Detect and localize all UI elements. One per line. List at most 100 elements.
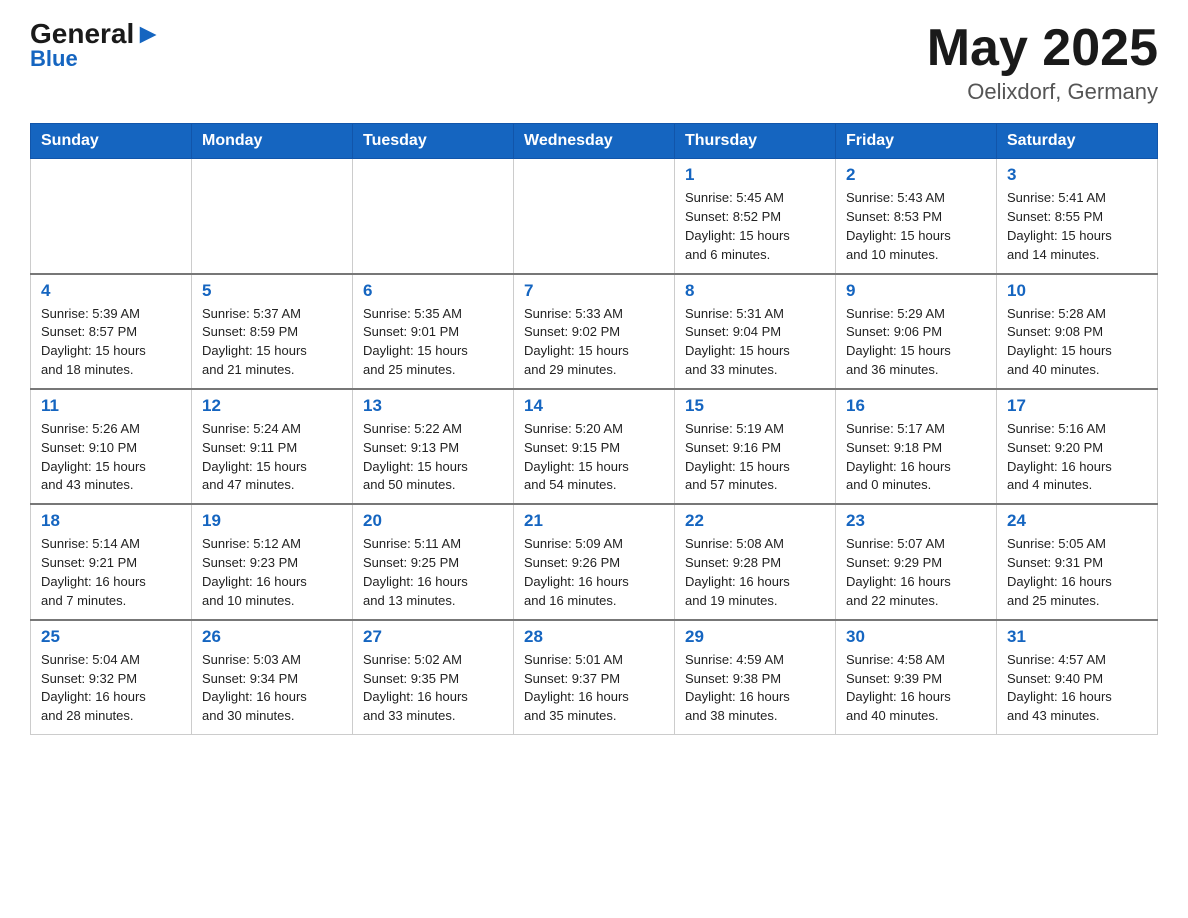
day-number: 22 bbox=[685, 511, 825, 531]
logo-blue-text: Blue bbox=[30, 48, 78, 70]
day-number: 31 bbox=[1007, 627, 1147, 647]
calendar-day-cell: 2 Sunrise: 5:43 AM Sunset: 8:53 PM Daylig… bbox=[836, 159, 997, 274]
calendar-day-cell: 1 Sunrise: 5:45 AM Sunset: 8:52 PM Daylig… bbox=[675, 159, 836, 274]
calendar-day-cell: 19 Sunrise: 5:12 AM Sunset: 9:23 PM Dayli… bbox=[192, 504, 353, 619]
calendar-day-cell: 17Sunrise: 5:16 AM Sunset: 9:20 PM Dayli… bbox=[997, 389, 1158, 504]
day-info: Sunrise: 5:05 AM Sunset: 9:31 PM Dayligh… bbox=[1007, 535, 1147, 610]
day-info: Sunrise: 5:12 AM Sunset: 9:23 PM Dayligh… bbox=[202, 535, 342, 610]
calendar-day-cell: 26 Sunrise: 5:03 AM Sunset: 9:34 PM Dayli… bbox=[192, 620, 353, 735]
day-info: Sunrise: 5:03 AM Sunset: 9:34 PM Dayligh… bbox=[202, 651, 342, 726]
day-info: Sunrise: 5:33 AM Sunset: 9:02 PM Dayligh… bbox=[524, 305, 664, 380]
day-number: 19 bbox=[202, 511, 342, 531]
day-info: Sunrise: 5:14 AM Sunset: 9:21 PM Dayligh… bbox=[41, 535, 181, 610]
day-number: 18 bbox=[41, 511, 181, 531]
calendar-day-cell: 14Sunrise: 5:20 AM Sunset: 9:15 PM Dayli… bbox=[514, 389, 675, 504]
day-number: 30 bbox=[846, 627, 986, 647]
calendar-day-cell: 22 Sunrise: 5:08 AM Sunset: 9:28 PM Dayli… bbox=[675, 504, 836, 619]
logo-arrow: ► bbox=[134, 18, 162, 49]
day-info: Sunrise: 5:01 AM Sunset: 9:37 PM Dayligh… bbox=[524, 651, 664, 726]
day-info: Sunrise: 5:17 AM Sunset: 9:18 PM Dayligh… bbox=[846, 420, 986, 495]
logo-general-text: General► bbox=[30, 20, 162, 48]
day-info: Sunrise: 5:35 AM Sunset: 9:01 PM Dayligh… bbox=[363, 305, 503, 380]
day-info: Sunrise: 5:11 AM Sunset: 9:25 PM Dayligh… bbox=[363, 535, 503, 610]
day-number: 6 bbox=[363, 281, 503, 301]
calendar-day-cell: 18 Sunrise: 5:14 AM Sunset: 9:21 PM Dayli… bbox=[31, 504, 192, 619]
calendar-day-cell: 11Sunrise: 5:26 AM Sunset: 9:10 PM Dayli… bbox=[31, 389, 192, 504]
day-info: Sunrise: 5:19 AM Sunset: 9:16 PM Dayligh… bbox=[685, 420, 825, 495]
day-info: Sunrise: 5:08 AM Sunset: 9:28 PM Dayligh… bbox=[685, 535, 825, 610]
col-wednesday: Wednesday bbox=[514, 124, 675, 159]
day-info: Sunrise: 5:45 AM Sunset: 8:52 PM Dayligh… bbox=[685, 189, 825, 264]
day-number: 28 bbox=[524, 627, 664, 647]
calendar-day-cell: 6 Sunrise: 5:35 AM Sunset: 9:01 PM Daylig… bbox=[353, 274, 514, 389]
calendar-day-cell: 3Sunrise: 5:41 AM Sunset: 8:55 PM Daylig… bbox=[997, 159, 1158, 274]
day-info: Sunrise: 5:28 AM Sunset: 9:08 PM Dayligh… bbox=[1007, 305, 1147, 380]
calendar-day-cell: 12 Sunrise: 5:24 AM Sunset: 9:11 PM Dayli… bbox=[192, 389, 353, 504]
logo: General► Blue bbox=[30, 20, 162, 70]
day-number: 1 bbox=[685, 165, 825, 185]
col-tuesday: Tuesday bbox=[353, 124, 514, 159]
col-sunday: Sunday bbox=[31, 124, 192, 159]
calendar-day-cell: 21 Sunrise: 5:09 AM Sunset: 9:26 PM Dayli… bbox=[514, 504, 675, 619]
day-info: Sunrise: 5:02 AM Sunset: 9:35 PM Dayligh… bbox=[363, 651, 503, 726]
day-number: 17 bbox=[1007, 396, 1147, 416]
calendar-day-cell: 31Sunrise: 4:57 AM Sunset: 9:40 PM Dayli… bbox=[997, 620, 1158, 735]
day-info: Sunrise: 5:41 AM Sunset: 8:55 PM Dayligh… bbox=[1007, 189, 1147, 264]
day-info: Sunrise: 5:29 AM Sunset: 9:06 PM Dayligh… bbox=[846, 305, 986, 380]
calendar-day-cell: 29Sunrise: 4:59 AM Sunset: 9:38 PM Dayli… bbox=[675, 620, 836, 735]
calendar-day-cell: 24 Sunrise: 5:05 AM Sunset: 9:31 PM Dayli… bbox=[997, 504, 1158, 619]
calendar-table: Sunday Monday Tuesday Wednesday Thursday… bbox=[30, 123, 1158, 735]
day-number: 24 bbox=[1007, 511, 1147, 531]
day-number: 27 bbox=[363, 627, 503, 647]
page-header: General► Blue May 2025 Oelixdorf, German… bbox=[30, 20, 1158, 105]
calendar-week-row: 25Sunrise: 5:04 AM Sunset: 9:32 PM Dayli… bbox=[31, 620, 1158, 735]
day-info: Sunrise: 5:43 AM Sunset: 8:53 PM Dayligh… bbox=[846, 189, 986, 264]
calendar-day-cell: 28 Sunrise: 5:01 AM Sunset: 9:37 PM Dayli… bbox=[514, 620, 675, 735]
day-info: Sunrise: 5:24 AM Sunset: 9:11 PM Dayligh… bbox=[202, 420, 342, 495]
day-number: 26 bbox=[202, 627, 342, 647]
day-info: Sunrise: 4:58 AM Sunset: 9:39 PM Dayligh… bbox=[846, 651, 986, 726]
calendar-week-row: 18 Sunrise: 5:14 AM Sunset: 9:21 PM Dayli… bbox=[31, 504, 1158, 619]
col-saturday: Saturday bbox=[997, 124, 1158, 159]
calendar-week-row: 1 Sunrise: 5:45 AM Sunset: 8:52 PM Daylig… bbox=[31, 159, 1158, 274]
calendar-day-cell: 23Sunrise: 5:07 AM Sunset: 9:29 PM Dayli… bbox=[836, 504, 997, 619]
day-number: 12 bbox=[202, 396, 342, 416]
day-number: 11 bbox=[41, 396, 181, 416]
calendar-day-cell: 15 Sunrise: 5:19 AM Sunset: 9:16 PM Dayli… bbox=[675, 389, 836, 504]
day-number: 15 bbox=[685, 396, 825, 416]
day-number: 29 bbox=[685, 627, 825, 647]
calendar-day-cell bbox=[192, 159, 353, 274]
day-number: 25 bbox=[41, 627, 181, 647]
calendar-day-cell: 30 Sunrise: 4:58 AM Sunset: 9:39 PM Dayli… bbox=[836, 620, 997, 735]
location-subtitle: Oelixdorf, Germany bbox=[927, 79, 1158, 105]
day-info: Sunrise: 5:07 AM Sunset: 9:29 PM Dayligh… bbox=[846, 535, 986, 610]
day-info: Sunrise: 5:09 AM Sunset: 9:26 PM Dayligh… bbox=[524, 535, 664, 610]
day-info: Sunrise: 5:31 AM Sunset: 9:04 PM Dayligh… bbox=[685, 305, 825, 380]
day-number: 5 bbox=[202, 281, 342, 301]
calendar-day-cell bbox=[514, 159, 675, 274]
calendar-day-cell: 25Sunrise: 5:04 AM Sunset: 9:32 PM Dayli… bbox=[31, 620, 192, 735]
month-year-title: May 2025 bbox=[927, 20, 1158, 77]
day-number: 4 bbox=[41, 281, 181, 301]
day-number: 8 bbox=[685, 281, 825, 301]
calendar-day-cell bbox=[31, 159, 192, 274]
calendar-day-cell: 5Sunrise: 5:37 AM Sunset: 8:59 PM Daylig… bbox=[192, 274, 353, 389]
calendar-header-row: Sunday Monday Tuesday Wednesday Thursday… bbox=[31, 124, 1158, 159]
day-info: Sunrise: 5:39 AM Sunset: 8:57 PM Dayligh… bbox=[41, 305, 181, 380]
day-number: 16 bbox=[846, 396, 986, 416]
day-info: Sunrise: 5:22 AM Sunset: 9:13 PM Dayligh… bbox=[363, 420, 503, 495]
day-number: 9 bbox=[846, 281, 986, 301]
calendar-day-cell: 13 Sunrise: 5:22 AM Sunset: 9:13 PM Dayli… bbox=[353, 389, 514, 504]
day-number: 2 bbox=[846, 165, 986, 185]
day-number: 20 bbox=[363, 511, 503, 531]
day-number: 10 bbox=[1007, 281, 1147, 301]
calendar-day-cell: 9 Sunrise: 5:29 AM Sunset: 9:06 PM Daylig… bbox=[836, 274, 997, 389]
calendar-day-cell: 8 Sunrise: 5:31 AM Sunset: 9:04 PM Daylig… bbox=[675, 274, 836, 389]
day-number: 13 bbox=[363, 396, 503, 416]
calendar-day-cell: 20 Sunrise: 5:11 AM Sunset: 9:25 PM Dayli… bbox=[353, 504, 514, 619]
col-monday: Monday bbox=[192, 124, 353, 159]
calendar-day-cell: 4 Sunrise: 5:39 AM Sunset: 8:57 PM Daylig… bbox=[31, 274, 192, 389]
day-number: 21 bbox=[524, 511, 664, 531]
col-friday: Friday bbox=[836, 124, 997, 159]
title-block: May 2025 Oelixdorf, Germany bbox=[927, 20, 1158, 105]
